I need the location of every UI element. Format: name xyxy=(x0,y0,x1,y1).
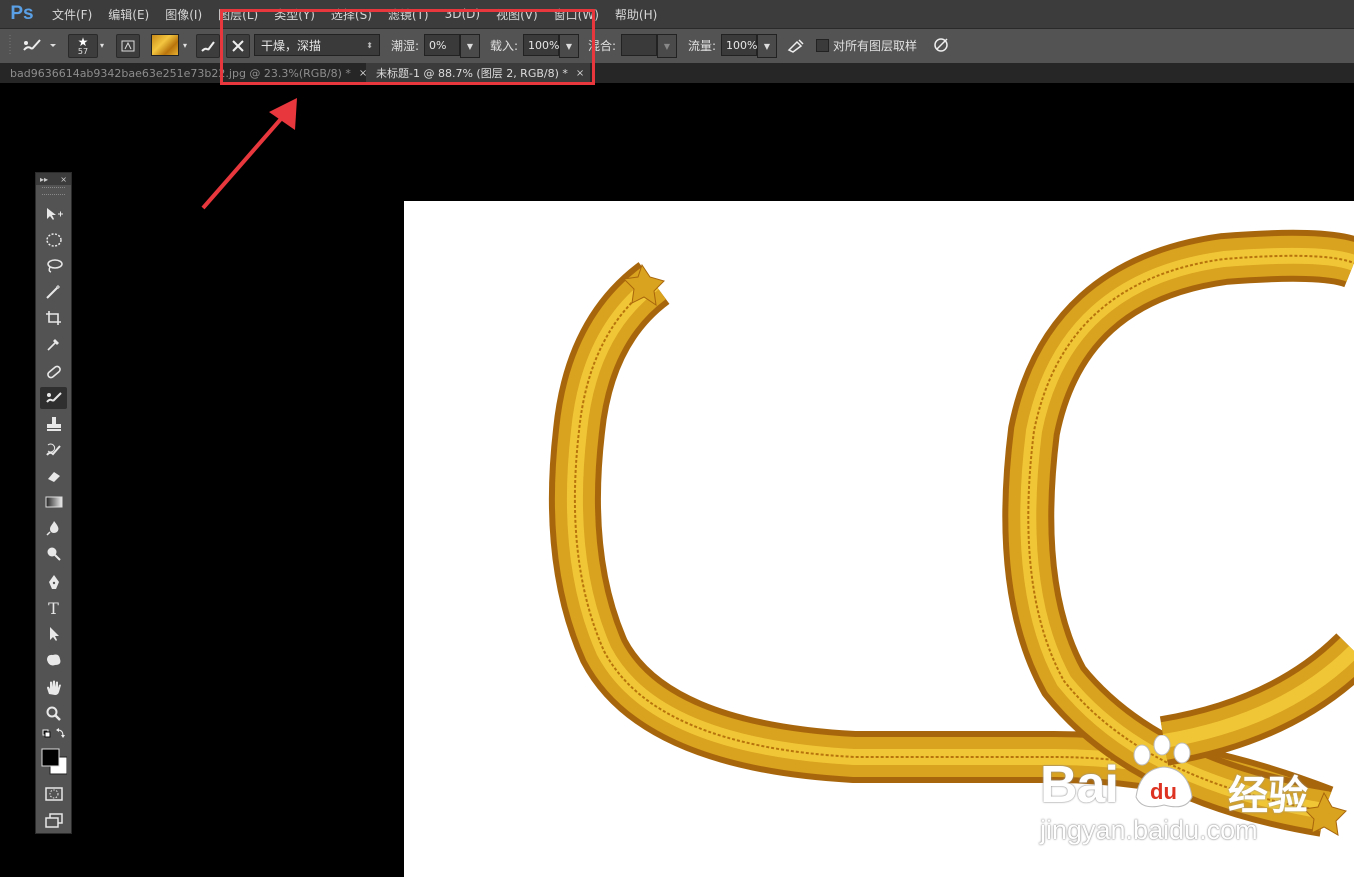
watermark-url: jingyan.baidu.com xyxy=(1040,815,1258,845)
magic-wand-icon xyxy=(45,285,60,299)
tools-panel: ▸▸ × T xyxy=(35,172,72,834)
collapse-icon[interactable]: ▸▸ xyxy=(40,175,48,184)
path-selection-tool[interactable] xyxy=(40,623,67,645)
stamp-icon xyxy=(46,417,61,431)
options-bar: ★ 57 ▾ ▾ 干燥，深描 ⬍ 潮湿: 0% ▼ 载入: 100% ▼ 混合:… xyxy=(0,28,1354,64)
menu-bar: Ps 文件(F) 编辑(E) 图像(I) 图层(L) 类型(Y) 选择(S) 滤… xyxy=(0,0,1354,28)
highlight-box xyxy=(220,9,595,85)
pressure-pen-icon xyxy=(934,38,948,52)
baidu-watermark: Bai du 经验 jingyan.baidu.com xyxy=(1040,735,1340,855)
marquee-tool[interactable] xyxy=(40,229,67,251)
dodge-tool[interactable] xyxy=(40,543,67,565)
zoom-tool[interactable] xyxy=(40,703,67,725)
options-grip xyxy=(8,34,12,56)
type-icon: T xyxy=(48,598,59,618)
pressure-button[interactable] xyxy=(930,34,952,56)
lasso-tool[interactable] xyxy=(40,255,67,277)
current-brush-load-swatch[interactable] xyxy=(151,34,179,56)
airbrush-icon xyxy=(787,39,804,53)
move-icon xyxy=(46,208,63,220)
sample-all-checkbox[interactable] xyxy=(815,34,829,56)
brush-panel-toggle[interactable] xyxy=(116,34,140,58)
eraser-icon xyxy=(47,472,60,482)
foreground-color-swatch[interactable] xyxy=(41,748,60,767)
history-brush-tool[interactable] xyxy=(40,439,67,461)
swap-colors-icon xyxy=(42,728,65,738)
flow-label: 流量: xyxy=(687,38,717,53)
svg-text:du: du xyxy=(1150,779,1177,804)
ps-logo: Ps xyxy=(10,3,34,24)
flow-dropdown-icon[interactable]: ▼ xyxy=(757,34,777,58)
tool-preset-picker[interactable] xyxy=(20,34,60,56)
dodge-icon xyxy=(47,547,61,561)
airbrush-button[interactable] xyxy=(785,34,807,56)
path-selection-icon xyxy=(49,627,59,641)
flow-input[interactable]: 100% xyxy=(721,34,757,56)
tools-panel-header[interactable]: ▸▸ × xyxy=(36,173,71,185)
color-swatches[interactable] xyxy=(40,747,67,777)
hand-icon xyxy=(46,680,61,695)
mixer-brush-tool[interactable] xyxy=(40,387,67,409)
quick-mask-icon xyxy=(44,787,63,801)
annotation-arrow-icon xyxy=(201,98,297,210)
history-brush-icon xyxy=(45,443,61,456)
gradient-tool[interactable] xyxy=(40,491,67,513)
custom-shape-icon xyxy=(46,654,60,666)
mix-dropdown-icon[interactable]: ▼ xyxy=(657,34,677,58)
pen-tool[interactable] xyxy=(40,571,67,593)
crop-tool[interactable] xyxy=(40,307,67,329)
document-tabs: bad9636614ab9342bae63e251e73b22.jpg @ 23… xyxy=(0,63,1354,83)
screen-mode-icon xyxy=(44,813,63,828)
crop-icon xyxy=(45,311,61,325)
menu-file[interactable]: 文件(F) xyxy=(44,6,100,23)
clone-stamp-tool[interactable] xyxy=(40,413,67,435)
custom-shape-tool[interactable] xyxy=(40,649,67,671)
panel-grip[interactable] xyxy=(42,187,65,195)
blur-tool[interactable] xyxy=(40,517,67,539)
brush-size: 57 xyxy=(77,46,89,56)
hand-tool[interactable] xyxy=(40,677,67,699)
menu-edit[interactable]: 编辑(E) xyxy=(100,6,157,23)
load-brush-icon xyxy=(201,41,215,52)
star-brush-icon: ★ xyxy=(77,34,89,49)
brush-preset-dropdown-icon[interactable]: ▾ xyxy=(97,34,107,56)
watermark-brand-suffix: 经验 xyxy=(1228,774,1308,818)
brush-panel-icon xyxy=(121,40,135,52)
watermark-brand: Bai xyxy=(1040,756,1119,814)
menu-help[interactable]: 帮助(H) xyxy=(607,6,665,23)
mixer-brush-icon xyxy=(45,392,62,403)
move-tool[interactable] xyxy=(40,203,67,225)
mix-input[interactable] xyxy=(621,34,657,56)
gradient-icon xyxy=(45,496,62,508)
pen-icon xyxy=(48,575,59,589)
load-brush-button[interactable] xyxy=(196,34,220,58)
healing-brush-tool[interactable] xyxy=(40,361,67,383)
mixer-brush-icon xyxy=(23,39,56,51)
brush-preset-button[interactable]: ★ 57 xyxy=(68,34,98,58)
paw-logo-icon: du xyxy=(1133,735,1193,808)
close-icon[interactable]: × xyxy=(60,175,67,184)
menu-image[interactable]: 图像(I) xyxy=(157,6,210,23)
default-colors-swap[interactable] xyxy=(40,727,67,741)
magic-wand-tool[interactable] xyxy=(40,281,67,303)
type-tool[interactable]: T xyxy=(40,597,67,619)
swatch-dropdown-icon[interactable]: ▾ xyxy=(180,34,190,56)
zoom-icon xyxy=(46,706,61,721)
lasso-icon xyxy=(46,259,63,273)
eraser-tool[interactable] xyxy=(40,465,67,487)
elliptical-marquee-icon xyxy=(45,233,62,247)
blur-drop-icon xyxy=(45,521,58,536)
bandage-icon xyxy=(46,365,61,379)
screen-mode-button[interactable] xyxy=(40,809,67,831)
quick-mask-button[interactable] xyxy=(40,783,67,805)
eyedropper-icon xyxy=(46,339,59,351)
eyedropper-tool[interactable] xyxy=(40,333,67,355)
sample-all-label: 对所有图层取样 xyxy=(833,38,918,53)
